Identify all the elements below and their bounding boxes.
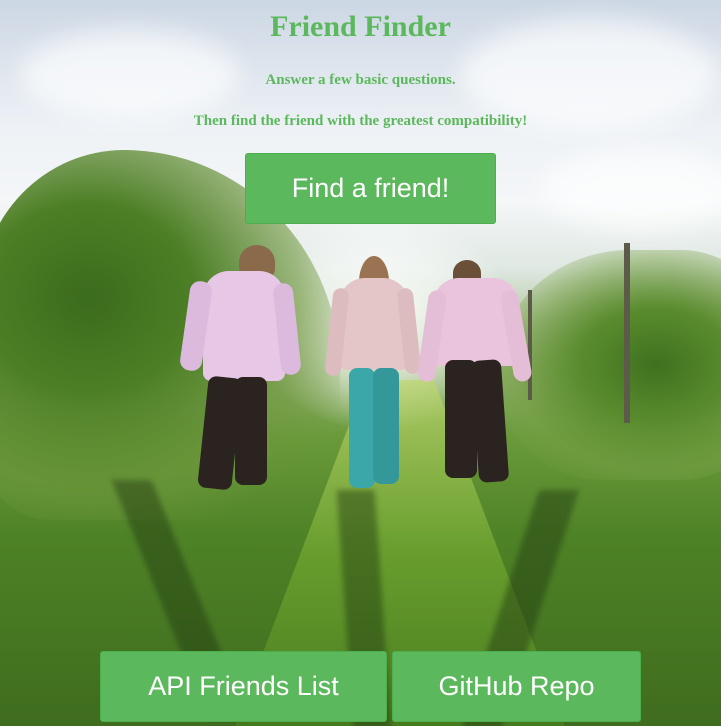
tagline-questions: Answer a few basic questions.: [265, 72, 456, 88]
page-content: Friend Finder Answer a few basic questio…: [0, 0, 721, 726]
tagline-compatibility: Then find the friend with the greatest c…: [193, 113, 528, 129]
api-friends-list-button[interactable]: API Friends List: [100, 651, 387, 722]
page-title: Friend Finder: [270, 10, 451, 43]
github-repo-button[interactable]: GitHub Repo: [392, 651, 641, 722]
find-friend-button[interactable]: Find a friend!: [245, 153, 496, 224]
